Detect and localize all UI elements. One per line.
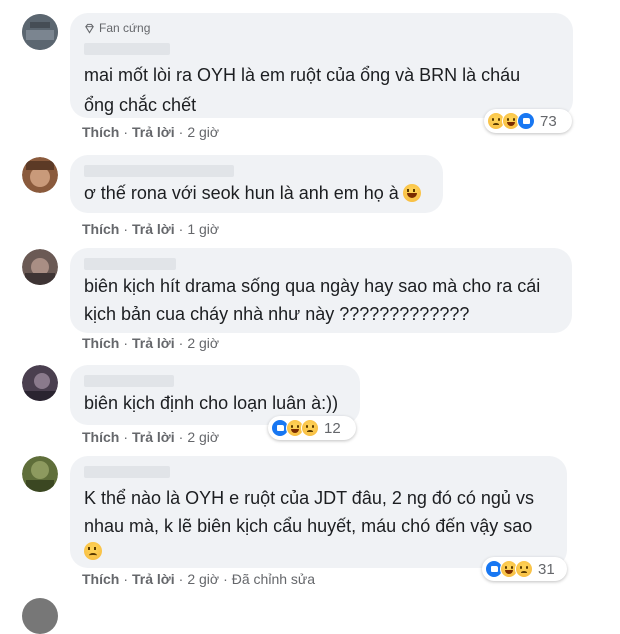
comment-bubble: K thể nào là OYH e ruột của JDT đâu, 2 n…	[70, 456, 567, 568]
avatar[interactable]	[22, 598, 58, 634]
avatar[interactable]	[22, 456, 58, 492]
timestamp[interactable]: 2 giờ	[187, 124, 219, 140]
like-action[interactable]: Thích	[82, 335, 119, 351]
comment-text-line: K thể nào là OYH e ruột của JDT đâu, 2 n…	[84, 488, 534, 508]
reply-action[interactable]: Trả lời	[132, 571, 175, 587]
avatar[interactable]	[22, 157, 58, 193]
reply-action[interactable]: Trả lời	[132, 221, 175, 237]
comment-text-line: mai mốt lòi ra OYH là em ruột của ổng và…	[84, 65, 521, 85]
reply-action[interactable]: Trả lời	[132, 124, 175, 140]
comment-text-line: ổng chắc chết	[84, 95, 197, 115]
author-name[interactable]	[84, 258, 176, 270]
avatar[interactable]	[22, 365, 58, 401]
reaction-summary[interactable]: 73	[484, 109, 572, 133]
avatar[interactable]	[22, 14, 58, 50]
timestamp[interactable]: 2 giờ	[187, 429, 219, 445]
badge-label: Fan cứng	[99, 21, 151, 35]
comment-bubble: biên kịch hít drama sống qua ngày hay sa…	[70, 248, 572, 333]
grin-icon	[402, 184, 421, 202]
author-name[interactable]	[84, 466, 170, 478]
sad-icon	[301, 419, 319, 437]
author-name[interactable]	[84, 165, 234, 177]
avatar[interactable]	[22, 249, 58, 285]
comment-bubble: Fan cứng mai mốt lòi ra OYH là em ruột c…	[70, 13, 573, 118]
author-name[interactable]	[84, 375, 174, 387]
like-action[interactable]: Thích	[82, 571, 119, 587]
comment-actions: Thích · Trả lời · 2 giờ · Đã chỉnh sửa	[82, 571, 316, 587]
author-name[interactable]	[84, 43, 170, 55]
comment-text-line: biên kịch định cho loạn luân à:))	[84, 393, 339, 413]
timestamp[interactable]: 1 giờ	[187, 221, 219, 237]
comment-text-line: ơ thế rona với seok hun là anh em họ à	[84, 178, 421, 208]
like-action[interactable]: Thích	[82, 429, 119, 445]
comment-text-line: nhau mà, k lẽ biên kịch cẩu huyết, máu c…	[84, 516, 533, 536]
comment-actions: Thích · Trả lời · 1 giờ	[82, 221, 220, 237]
comment-actions: Thích · Trả lời · 2 giờ	[82, 335, 220, 351]
comment-text-line: kịch bản cua cháy nhà như này ??????????…	[84, 304, 470, 324]
timestamp[interactable]: 2 giờ	[187, 571, 219, 587]
diamond-icon	[85, 23, 94, 34]
reaction-count: 31	[538, 560, 555, 578]
comment-actions: Thích · Trả lời · 2 giờ	[82, 429, 220, 445]
comment-actions: Thích · Trả lời · 2 giờ	[82, 124, 220, 140]
like-action[interactable]: Thích	[82, 221, 119, 237]
reply-action[interactable]: Trả lời	[132, 335, 175, 351]
reply-action[interactable]: Trả lời	[132, 429, 175, 445]
like-icon	[517, 112, 535, 130]
fan-badge: Fan cứng	[84, 21, 150, 35]
reaction-count: 12	[324, 419, 341, 437]
sad-icon	[515, 560, 533, 578]
like-action[interactable]: Thích	[82, 124, 119, 140]
reaction-summary[interactable]: 31	[482, 557, 567, 581]
comment-bubble: ơ thế rona với seok hun là anh em họ à	[70, 155, 443, 213]
reaction-count: 73	[540, 112, 557, 130]
comment-text-line	[84, 536, 102, 566]
sad-icon	[84, 542, 102, 560]
edited-label[interactable]: Đã chỉnh sửa	[232, 571, 315, 587]
reaction-summary[interactable]: 12	[268, 416, 356, 440]
comment-text-line: biên kịch hít drama sống qua ngày hay sa…	[84, 276, 541, 296]
timestamp[interactable]: 2 giờ	[187, 335, 219, 351]
